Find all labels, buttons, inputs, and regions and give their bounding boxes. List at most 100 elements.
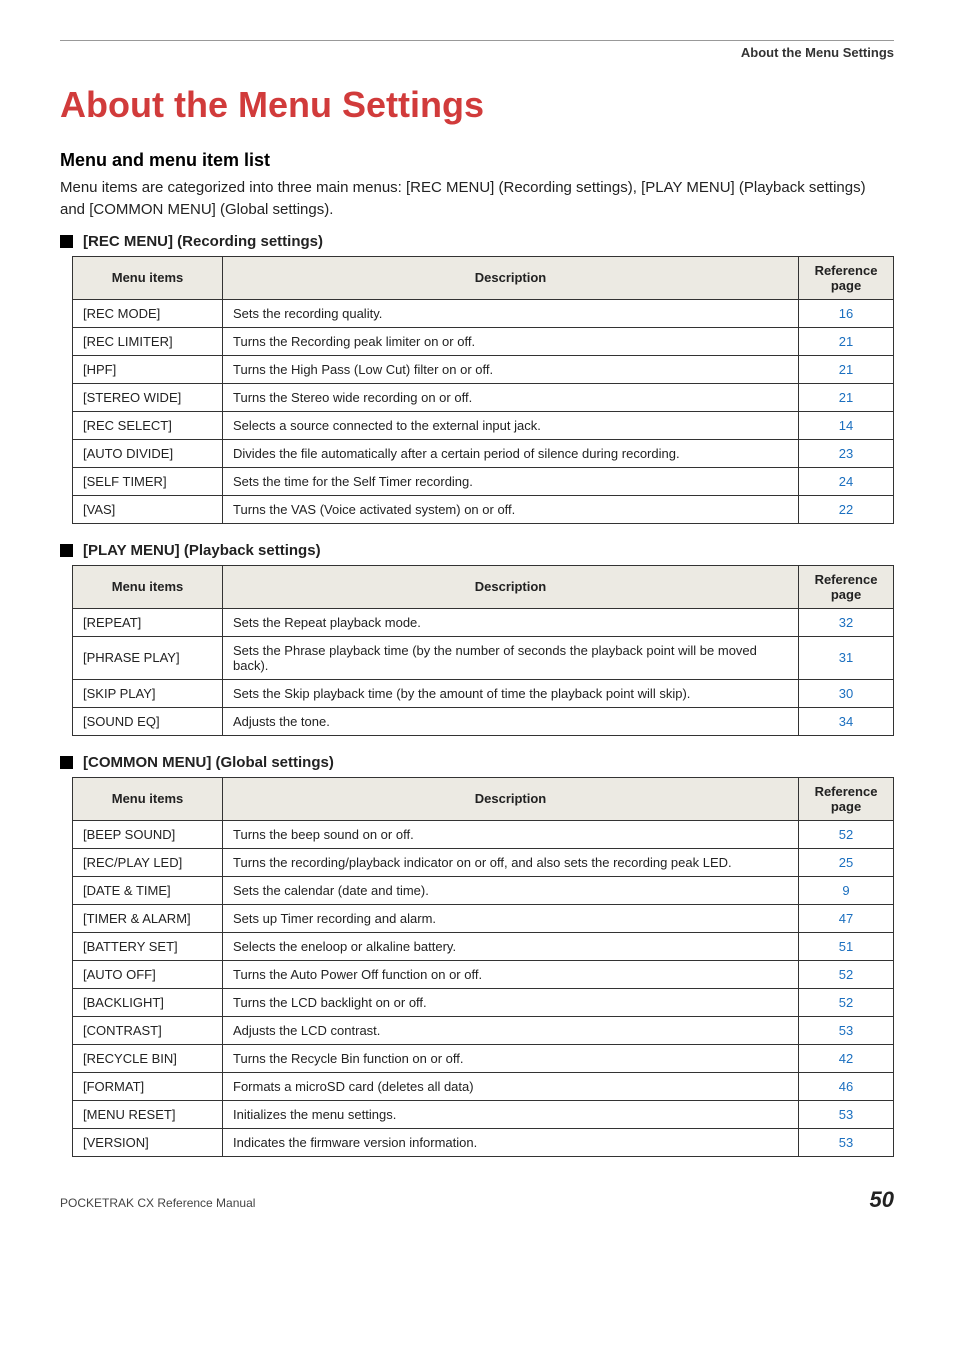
description-cell: Sets the time for the Self Timer recordi… — [223, 467, 799, 495]
header-rule — [60, 40, 894, 41]
reference-page-cell: 24 — [799, 467, 894, 495]
description-cell: Sets the Repeat playback mode. — [223, 608, 799, 636]
menu-item-cell: [REPEAT] — [73, 608, 223, 636]
reference-page-link[interactable]: 53 — [839, 1023, 853, 1038]
table-header-row: Menu items Description Reference page — [73, 565, 894, 608]
reference-page-link[interactable]: 14 — [839, 418, 853, 433]
square-bullet-icon — [60, 756, 73, 769]
table-row: [DATE & TIME]Sets the calendar (date and… — [73, 876, 894, 904]
table-row: [TIMER & ALARM]Sets up Timer recording a… — [73, 904, 894, 932]
description-cell: Sets the calendar (date and time). — [223, 876, 799, 904]
table-row: [FORMAT]Formats a microSD card (deletes … — [73, 1072, 894, 1100]
reference-page-link[interactable]: 47 — [839, 911, 853, 926]
menu-item-cell: [REC MODE] — [73, 299, 223, 327]
reference-page-link[interactable]: 32 — [839, 615, 853, 630]
reference-page-cell: 22 — [799, 495, 894, 523]
reference-page-cell: 52 — [799, 960, 894, 988]
table-header-row: Menu items Description Reference page — [73, 256, 894, 299]
reference-page-link[interactable]: 46 — [839, 1079, 853, 1094]
section-heading: Menu and menu item list — [60, 150, 894, 171]
reference-page-link[interactable]: 16 — [839, 306, 853, 321]
description-cell: Selects the eneloop or alkaline battery. — [223, 932, 799, 960]
description-cell: Turns the Auto Power Off function on or … — [223, 960, 799, 988]
reference-page-cell: 21 — [799, 383, 894, 411]
table-row: [SELF TIMER]Sets the time for the Self T… — [73, 467, 894, 495]
reference-page-cell: 9 — [799, 876, 894, 904]
description-cell: Initializes the menu settings. — [223, 1100, 799, 1128]
description-cell: Sets the Skip playback time (by the amou… — [223, 679, 799, 707]
col-header-ref: Reference page — [799, 777, 894, 820]
footer-product: POCKETRAK CX Reference Manual — [60, 1196, 255, 1210]
col-header-items: Menu items — [73, 256, 223, 299]
table-row: [REC MODE]Sets the recording quality. 16 — [73, 299, 894, 327]
reference-page-link[interactable]: 52 — [839, 827, 853, 842]
table-row: [MENU RESET]Initializes the menu setting… — [73, 1100, 894, 1128]
reference-page-link[interactable]: 51 — [839, 939, 853, 954]
table-row: [BACKLIGHT]Turns the LCD backlight on or… — [73, 988, 894, 1016]
reference-page-cell: 23 — [799, 439, 894, 467]
menu-item-cell: [REC LIMITER] — [73, 327, 223, 355]
description-cell: Turns the VAS (Voice activated system) o… — [223, 495, 799, 523]
table-row: [BEEP SOUND]Turns the beep sound on or o… — [73, 820, 894, 848]
reference-page-link[interactable]: 25 — [839, 855, 853, 870]
reference-page-cell: 46 — [799, 1072, 894, 1100]
reference-page-link[interactable]: 21 — [839, 362, 853, 377]
table-row: [HPF]Turns the High Pass (Low Cut) filte… — [73, 355, 894, 383]
reference-page-cell: 42 — [799, 1044, 894, 1072]
reference-page-link[interactable]: 24 — [839, 474, 853, 489]
description-cell: Sets the Phrase playback time (by the nu… — [223, 636, 799, 679]
reference-page-link[interactable]: 23 — [839, 446, 853, 461]
menu-item-cell: [RECYCLE BIN] — [73, 1044, 223, 1072]
table-row: [AUTO OFF]Turns the Auto Power Off funct… — [73, 960, 894, 988]
reference-page-link[interactable]: 21 — [839, 390, 853, 405]
menu-item-cell: [MENU RESET] — [73, 1100, 223, 1128]
description-cell: Turns the LCD backlight on or off. — [223, 988, 799, 1016]
table-row: [BATTERY SET]Selects the eneloop or alka… — [73, 932, 894, 960]
reference-page-link[interactable]: 52 — [839, 995, 853, 1010]
reference-page-cell: 25 — [799, 848, 894, 876]
footer-page-number: 50 — [870, 1187, 894, 1213]
subhead-play-menu: [PLAY MENU] (Playback settings) — [60, 542, 894, 559]
subhead-label: [REC MENU] (Recording settings) — [83, 233, 323, 250]
reference-page-link[interactable]: 9 — [842, 883, 849, 898]
subhead-label: [PLAY MENU] (Playback settings) — [83, 542, 321, 559]
reference-page-cell: 53 — [799, 1128, 894, 1156]
description-cell: Sets the recording quality. — [223, 299, 799, 327]
table-row: [CONTRAST]Adjusts the LCD contrast.53 — [73, 1016, 894, 1044]
reference-page-link[interactable]: 42 — [839, 1051, 853, 1066]
menu-item-cell: [VAS] — [73, 495, 223, 523]
reference-page-cell: 31 — [799, 636, 894, 679]
reference-page-link[interactable]: 30 — [839, 686, 853, 701]
table-row: [RECYCLE BIN]Turns the Recycle Bin funct… — [73, 1044, 894, 1072]
col-header-desc: Description — [223, 256, 799, 299]
reference-page-link[interactable]: 52 — [839, 967, 853, 982]
table-row: [REC SELECT]Selects a source connected t… — [73, 411, 894, 439]
reference-page-cell: 52 — [799, 988, 894, 1016]
reference-page-link[interactable]: 53 — [839, 1135, 853, 1150]
description-cell: Turns the beep sound on or off. — [223, 820, 799, 848]
intro-text: Menu items are categorized into three ma… — [60, 177, 894, 221]
square-bullet-icon — [60, 544, 73, 557]
reference-page-cell: 53 — [799, 1100, 894, 1128]
subhead-label: [COMMON MENU] (Global settings) — [83, 754, 334, 771]
reference-page-link[interactable]: 22 — [839, 502, 853, 517]
menu-item-cell: [BATTERY SET] — [73, 932, 223, 960]
page-title: About the Menu Settings — [60, 84, 894, 126]
reference-page-link[interactable]: 31 — [839, 650, 853, 665]
table-row: [AUTO DIVIDE]Divides the file automatica… — [73, 439, 894, 467]
description-cell: Turns the Recording peak limiter on or o… — [223, 327, 799, 355]
description-cell: Turns the Stereo wide recording on or of… — [223, 383, 799, 411]
square-bullet-icon — [60, 235, 73, 248]
table-row: [PHRASE PLAY]Sets the Phrase playback ti… — [73, 636, 894, 679]
description-cell: Adjusts the LCD contrast. — [223, 1016, 799, 1044]
menu-item-cell: [FORMAT] — [73, 1072, 223, 1100]
reference-page-cell: 21 — [799, 355, 894, 383]
reference-page-link[interactable]: 34 — [839, 714, 853, 729]
reference-page-link[interactable]: 21 — [839, 334, 853, 349]
col-header-desc: Description — [223, 777, 799, 820]
table-rec-menu: Menu items Description Reference page [R… — [72, 256, 894, 524]
reference-page-cell: 34 — [799, 707, 894, 735]
table-play-menu: Menu items Description Reference page [R… — [72, 565, 894, 736]
table-row: [REC/PLAY LED]Turns the recording/playba… — [73, 848, 894, 876]
reference-page-link[interactable]: 53 — [839, 1107, 853, 1122]
